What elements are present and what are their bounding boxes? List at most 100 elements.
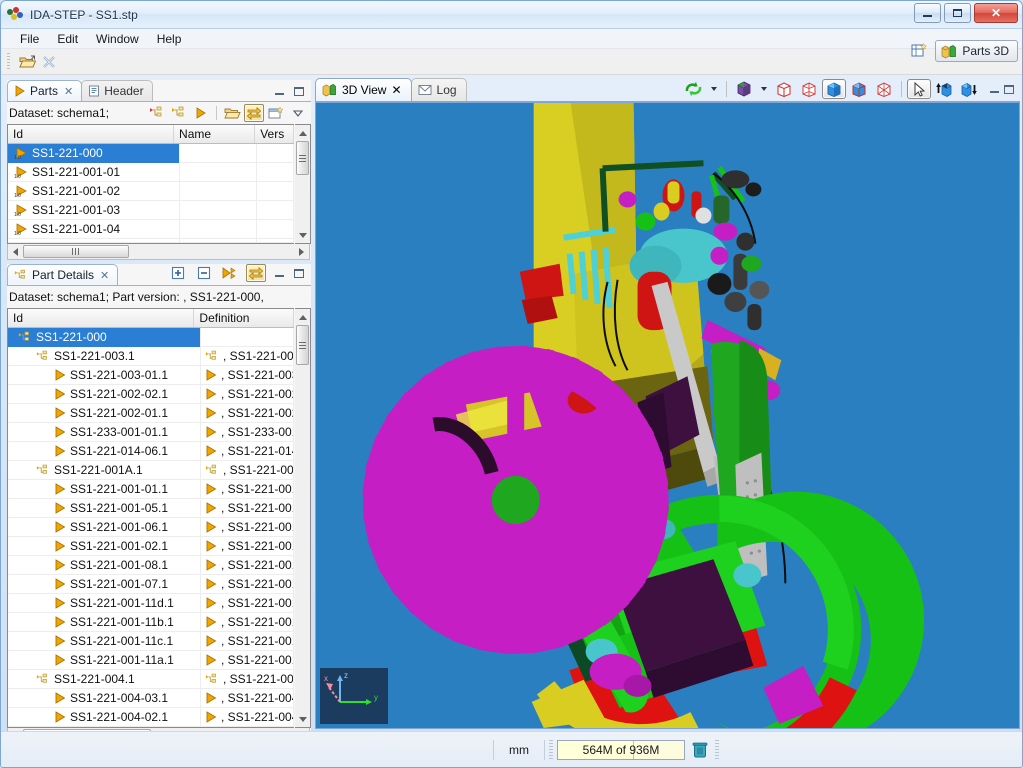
view-menu-button[interactable] [288, 104, 308, 122]
column-header-id[interactable]: Id [8, 309, 194, 327]
cell-definition[interactable]: , SS1-221-003 [201, 347, 294, 366]
cell-id[interactable]: 1.0SS1-221-000 [8, 144, 180, 163]
details-maximize-view-button[interactable] [292, 266, 306, 280]
menu-window[interactable]: Window [87, 30, 148, 48]
cell-definition[interactable]: , SS1-221-004 [201, 670, 294, 689]
open-dataset-button[interactable] [222, 104, 242, 122]
cell-definition[interactable]: , SS1-221-001 [201, 537, 294, 556]
cell-definition[interactable]: , SS1-221-002 [201, 385, 294, 404]
table-row[interactable]: 1.0SS1-221-001-02 [8, 182, 294, 201]
column-header-definition[interactable]: Definition [194, 309, 294, 327]
minimize-view-button[interactable] [272, 84, 286, 98]
show-assembly-tree-red-button[interactable] [147, 104, 167, 122]
hscroll-left-arrow[interactable] [8, 245, 23, 259]
cell-definition[interactable]: , SS1-221-001 [201, 632, 294, 651]
cell-definition[interactable] [201, 328, 294, 347]
explode-up-button[interactable] [932, 79, 956, 99]
editor-minimize-button[interactable] [987, 82, 1001, 96]
tab-3d-view-close-icon[interactable]: ✕ [391, 83, 401, 97]
toolbar-grip[interactable] [7, 53, 10, 71]
scroll-down-arrow[interactable] [295, 711, 311, 727]
table-row[interactable]: SS1-221-000 [8, 328, 294, 347]
table-row[interactable]: SS1-221-004-03.1, SS1-221-004 [8, 689, 294, 708]
cell-id[interactable]: SS1-221-001-11c.1 [8, 632, 201, 651]
wireframe-hidden-line-button[interactable] [772, 79, 796, 99]
heap-monitor-grip-right[interactable] [715, 740, 719, 760]
details-vertical-scrollbar[interactable] [295, 308, 311, 728]
details-minimize-view-button[interactable] [272, 266, 286, 280]
table-row[interactable]: SS1-221-004.1, SS1-221-004 [8, 670, 294, 689]
link-with-editor-button[interactable] [244, 104, 264, 122]
cell-id[interactable]: SS1-221-003.1 [8, 347, 201, 366]
menu-help[interactable]: Help [148, 30, 191, 48]
table-row[interactable]: SS1-221-001-01.1, SS1-221-001 [8, 480, 294, 499]
cell-id[interactable]: SS1-221-000 [8, 328, 201, 347]
cell-id[interactable]: SS1-221-004-03.1 [8, 689, 201, 708]
table-row[interactable]: SS1-221-001-02.1, SS1-221-001 [8, 537, 294, 556]
parts-vertical-scrollbar[interactable] [295, 124, 311, 244]
cell-id[interactable]: SS1-221-001-05.1 [8, 499, 201, 518]
cell-definition[interactable]: , SS1-221-001 [201, 594, 294, 613]
table-row[interactable]: SS1-221-002-02.1, SS1-221-002 [8, 385, 294, 404]
cell-id[interactable]: SS1-221-001-02.1 [8, 537, 201, 556]
details-link-with-editor-button[interactable] [246, 264, 266, 282]
explode-down-button[interactable] [957, 79, 981, 99]
cell-id[interactable]: SS1-221-014-06.1 [8, 442, 201, 461]
column-header-version[interactable]: Vers [255, 125, 294, 143]
open-perspective-button[interactable] [907, 41, 931, 61]
tab-parts-close-icon[interactable]: ✕ [64, 85, 73, 98]
parts-horizontal-scrollbar[interactable] [7, 244, 310, 260]
cell-definition[interactable]: , SS1-221-001 [201, 575, 294, 594]
scroll-track[interactable] [295, 365, 311, 711]
select-tool-button[interactable] [907, 79, 931, 99]
cell-definition[interactable]: , SS1-221-001 [201, 499, 294, 518]
close-button[interactable]: ✕ [974, 3, 1018, 23]
cell-definition[interactable]: , SS1-221-001 [201, 461, 294, 480]
heap-status-monitor[interactable]: 564M of 936M [557, 740, 685, 760]
perspective-parts-3d-button[interactable]: Parts 3D [935, 40, 1018, 62]
table-row[interactable]: SS1-221-001-06.1, SS1-221-001 [8, 518, 294, 537]
expand-all-button[interactable] [168, 264, 188, 282]
cell-definition[interactable]: , SS1-221-001 [201, 556, 294, 575]
cell-definition[interactable]: , SS1-221-014 [201, 442, 294, 461]
scroll-up-arrow[interactable] [295, 125, 311, 141]
cell-id[interactable]: SS1-221-001-07.1 [8, 575, 201, 594]
cell-version[interactable] [257, 201, 294, 220]
cell-definition[interactable]: , SS1-221-001 [201, 613, 294, 632]
rotate-mode-button[interactable] [682, 79, 706, 99]
cell-id[interactable]: SS1-233-001-01.1 [8, 423, 201, 442]
run-gc-button[interactable] [689, 739, 711, 761]
cell-id[interactable]: 1.0SS1-221-001-03 [8, 201, 180, 220]
rotate-dropdown-button[interactable] [707, 79, 721, 99]
cell-id[interactable]: SS1-221-001A.1 [8, 461, 201, 480]
cell-id[interactable]: SS1-221-002-01.1 [8, 404, 201, 423]
cell-id[interactable]: SS1-221-001-11a.1 [8, 651, 201, 670]
cell-definition[interactable]: , SS1-221-001 [201, 480, 294, 499]
cell-name[interactable] [180, 163, 257, 182]
menu-file[interactable]: File [11, 30, 48, 48]
table-row[interactable]: SS1-221-001A.1, SS1-221-001 [8, 461, 294, 480]
table-row[interactable]: SS1-221-002-01.1, SS1-221-002 [8, 404, 294, 423]
cell-id[interactable]: SS1-221-001-06.1 [8, 518, 201, 537]
cell-definition[interactable]: , SS1-221-002 [201, 404, 294, 423]
details-table-body[interactable]: SS1-221-000SS1-221-003.1, SS1-221-003 SS1… [8, 328, 294, 727]
table-row[interactable]: SS1-221-001-08.1, SS1-221-001 [8, 556, 294, 575]
3d-viewport[interactable]: z y x [315, 102, 1020, 729]
table-row[interactable]: 1.0SS1-221-001-01 [8, 163, 294, 182]
open-file-button[interactable] [16, 51, 38, 73]
tab-part-details[interactable]: Part Details ✕ [7, 264, 118, 285]
table-row[interactable]: SS1-233-001-01.1, SS1-233-001 [8, 423, 294, 442]
hscroll-right-arrow[interactable] [294, 245, 309, 259]
maximize-view-button[interactable] [292, 84, 306, 98]
wireframe-button[interactable] [797, 79, 821, 99]
table-row[interactable]: SS1-221-001-05.1, SS1-221-001 [8, 499, 294, 518]
maximize-button[interactable] [944, 3, 971, 23]
cell-definition[interactable]: , SS1-233-001 [201, 423, 294, 442]
cell-id[interactable]: SS1-221-004-02.1 [8, 708, 201, 727]
table-row[interactable]: SS1-221-001-11b.1, SS1-221-001 [8, 613, 294, 632]
menu-edit[interactable]: Edit [48, 30, 87, 48]
cell-name[interactable] [180, 201, 257, 220]
parts-table-body[interactable]: 1.0SS1-221-0001.0SS1-221-001-011.0SS1-22… [8, 144, 294, 243]
show-next-button[interactable] [220, 264, 240, 282]
minimize-button[interactable] [914, 3, 941, 23]
